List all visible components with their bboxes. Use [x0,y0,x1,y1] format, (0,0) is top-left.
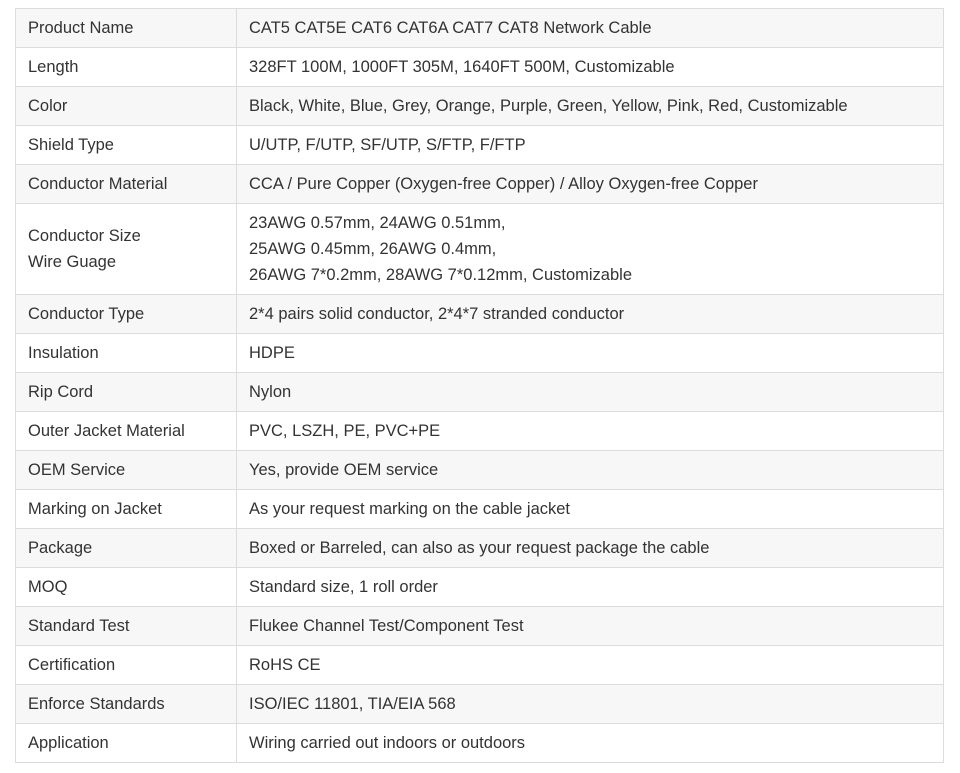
spec-value-cell: CAT5 CAT5E CAT6 CAT6A CAT7 CAT8 Network … [236,8,944,48]
spec-value: HDPE [249,344,295,362]
spec-value: PVC, LSZH, PE, PVC+PE [249,422,441,440]
spec-label: Conductor Size [28,227,141,245]
spec-value: ISO/IEC 11801, TIA/EIA 568 [249,695,456,713]
spec-value: Black, White, Blue, Grey, Orange, Purple… [249,97,848,115]
spec-value: U/UTP, F/UTP, SF/UTP, S/FTP, F/FTP [249,136,526,154]
spec-value: Wiring carried out indoors or outdoors [249,734,526,752]
spec-label-cell: Rip Cord [15,372,237,412]
table-row: Standard Test Flukee Channel Test/Compone… [15,606,944,646]
table-row: Color Black, White, Blue, Grey, Orange, P… [15,86,944,126]
spec-label: MOQ [28,578,68,596]
table-row: Conductor Material CCA / Pure Copper (Oxy… [15,164,944,204]
spec-label: Outer Jacket Material [28,422,185,440]
spec-value: 23AWG 0.57mm, 24AWG 0.51mm, [249,214,506,232]
spec-value: 26AWG 7*0.2mm, 28AWG 7*0.12mm, Customiza… [249,266,632,284]
spec-label: Standard Test [28,617,130,635]
spec-value: Nylon [249,383,292,401]
spec-value-cell: CCA / Pure Copper (Oxygen-free Copper) /… [236,164,944,204]
spec-value-cell: Yes, provide OEM service [236,450,944,490]
table-row: Shield Type U/UTP, F/UTP, SF/UTP, S/FTP, … [15,125,944,165]
spec-value: RoHS CE [249,656,321,674]
spec-label-cell: OEM Service [15,450,237,490]
spec-value-cell: HDPE [236,333,944,373]
table-row: Rip Cord Nylon [15,372,944,412]
spec-label: Shield Type [28,136,114,154]
table-row: Marking on Jacket As your request marking… [15,489,944,529]
spec-label-cell: Package [15,528,237,568]
spec-value-cell: U/UTP, F/UTP, SF/UTP, S/FTP, F/FTP [236,125,944,165]
spec-label-cell: Outer Jacket Material [15,411,237,451]
spec-label: Wire Guage [28,253,117,271]
table-row: Insulation HDPE [15,333,944,373]
spec-value: 328FT 100M, 1000FT 305M, 1640FT 500M, Cu… [249,58,675,76]
spec-value-cell: Wiring carried out indoors or outdoors [236,723,944,763]
spec-label-cell: Shield Type [15,125,237,165]
spec-label-cell: MOQ [15,567,237,607]
spec-value: As your request marking on the cable jac… [249,500,571,518]
spec-value-cell: 23AWG 0.57mm, 24AWG 0.51mm, 25AWG 0.45mm,… [236,203,944,295]
spec-label-cell: Standard Test [15,606,237,646]
spec-value-cell: As your request marking on the cable jac… [236,489,944,529]
spec-label: Rip Cord [28,383,94,401]
spec-label-cell: Enforce Standards [15,684,237,724]
spec-table: Product Name CAT5 CAT5E CAT6 CAT6A CAT7 C… [15,8,944,763]
spec-value-cell: Standard size, 1 roll order [236,567,944,607]
spec-label: Conductor Type [28,305,145,323]
spec-label-cell: Product Name [15,8,237,48]
table-row: Product Name CAT5 CAT5E CAT6 CAT6A CAT7 C… [15,8,944,48]
spec-value-cell: Black, White, Blue, Grey, Orange, Purple… [236,86,944,126]
table-row: MOQ Standard size, 1 roll order [15,567,944,607]
spec-value-cell: 328FT 100M, 1000FT 305M, 1640FT 500M, Cu… [236,47,944,87]
spec-value-cell: Boxed or Barreled, can also as your requ… [236,528,944,568]
table-row: OEM Service Yes, provide OEM service [15,450,944,490]
spec-label: Color [28,97,68,115]
spec-value: 2*4 pairs solid conductor, 2*4*7 strande… [249,305,625,323]
spec-label-cell: Insulation [15,333,237,373]
spec-label: Length [28,58,79,76]
spec-label-cell: Conductor Material [15,164,237,204]
spec-value-cell: Flukee Channel Test/Component Test [236,606,944,646]
table-row: Enforce Standards ISO/IEC 11801, TIA/EIA … [15,684,944,724]
spec-label: Enforce Standards [28,695,165,713]
spec-value: Standard size, 1 roll order [249,578,438,596]
spec-label: Conductor Material [28,175,168,193]
table-row: Package Boxed or Barreled, can also as yo… [15,528,944,568]
spec-label: Insulation [28,344,99,362]
spec-label-cell: Application [15,723,237,763]
spec-label-cell: Color [15,86,237,126]
table-row: Conductor Size Wire Guage 23AWG 0.57mm, 24… [15,203,944,295]
spec-value-cell: Nylon [236,372,944,412]
spec-table-body: Product Name CAT5 CAT5E CAT6 CAT6A CAT7 C… [15,8,944,763]
spec-label: Package [28,539,93,557]
table-row: Certification RoHS CE [15,645,944,685]
spec-label: OEM Service [28,461,126,479]
spec-label: Marking on Jacket [28,500,162,518]
spec-label-cell: Length [15,47,237,87]
spec-label-cell: Conductor Size Wire Guage [15,203,237,295]
spec-label-cell: Conductor Type [15,294,237,334]
spec-value-cell: RoHS CE [236,645,944,685]
spec-label: Application [28,734,109,752]
spec-label-cell: Certification [15,645,237,685]
spec-value: CCA / Pure Copper (Oxygen-free Copper) /… [249,175,758,193]
table-row: Length 328FT 100M, 1000FT 305M, 1640FT 50… [15,47,944,87]
spec-value: Boxed or Barreled, can also as your requ… [249,539,710,557]
spec-value: 25AWG 0.45mm, 26AWG 0.4mm, [249,240,497,258]
spec-value: CAT5 CAT5E CAT6 CAT6A CAT7 CAT8 Network … [249,19,652,37]
table-row: Application Wiring carried out indoors or… [15,723,944,763]
spec-value-cell: ISO/IEC 11801, TIA/EIA 568 [236,684,944,724]
spec-label: Certification [28,656,116,674]
spec-value-cell: PVC, LSZH, PE, PVC+PE [236,411,944,451]
spec-value: Flukee Channel Test/Component Test [249,617,524,635]
spec-label-cell: Marking on Jacket [15,489,237,529]
spec-value: Yes, provide OEM service [249,461,439,479]
spec-value-cell: 2*4 pairs solid conductor, 2*4*7 strande… [236,294,944,334]
table-row: Conductor Type 2*4 pairs solid conductor,… [15,294,944,334]
spec-label: Product Name [28,19,134,37]
table-row: Outer Jacket Material PVC, LSZH, PE, PVC+… [15,411,944,451]
